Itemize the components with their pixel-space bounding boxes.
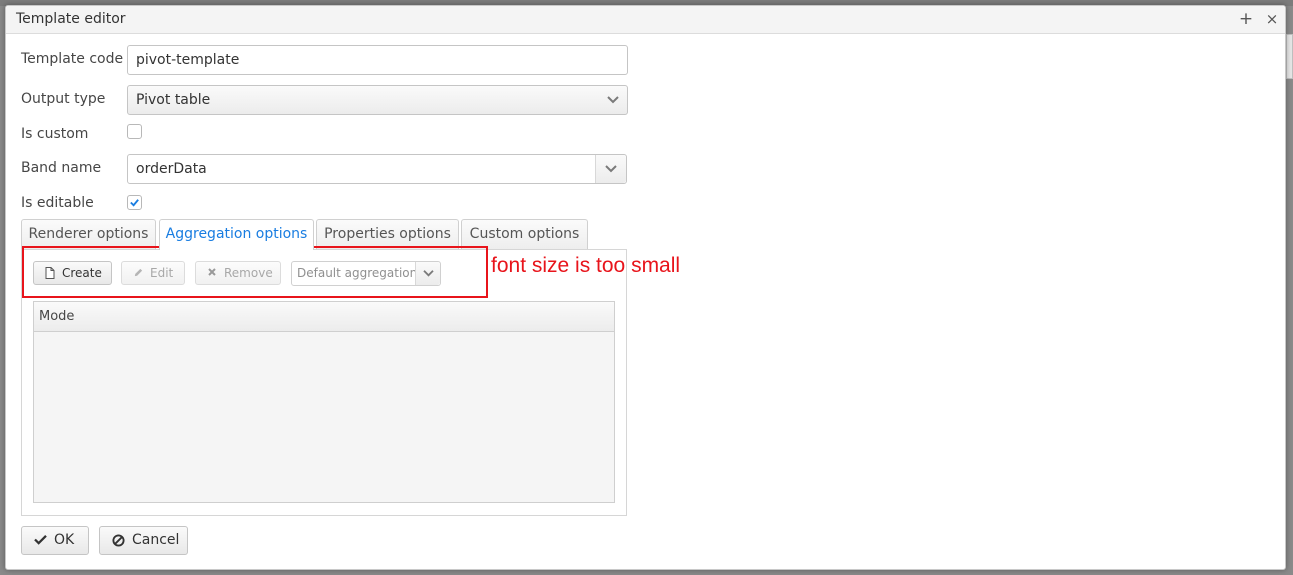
chevron-down-icon xyxy=(605,165,617,173)
band-name-label: Band name xyxy=(21,160,102,176)
annotation-text: font size is too small xyxy=(491,254,681,277)
background-scroll-handle xyxy=(1286,34,1293,79)
band-name-combobox[interactable]: orderData xyxy=(127,154,627,184)
chevron-down-icon xyxy=(607,96,619,104)
tab-properties-options[interactable]: Properties options xyxy=(316,219,459,249)
tab-aggregation-options[interactable]: Aggregation options xyxy=(159,219,314,250)
aggregation-table[interactable]: Mode xyxy=(33,301,615,503)
table-header-mode[interactable]: Mode xyxy=(34,302,614,332)
output-type-select[interactable]: Pivot table xyxy=(127,85,628,115)
ok-button-label: OK xyxy=(54,532,75,548)
is-editable-label: Is editable xyxy=(21,195,94,211)
ok-button[interactable]: OK xyxy=(21,526,89,555)
band-name-value: orderData xyxy=(136,161,207,177)
ban-icon xyxy=(112,534,125,547)
band-name-dropdown-button[interactable] xyxy=(595,155,626,183)
checkmark-icon xyxy=(130,199,139,207)
annotation-highlight-box xyxy=(22,246,488,298)
is-custom-label: Is custom xyxy=(21,126,89,142)
cancel-button-label: Cancel xyxy=(132,532,180,548)
close-icon[interactable]: × xyxy=(1262,9,1282,29)
dialog-titlebar[interactable]: Template editor + × xyxy=(6,6,1285,34)
tab-custom-options[interactable]: Custom options xyxy=(461,219,588,249)
template-code-input[interactable]: pivot-template xyxy=(127,45,628,75)
dialog-title: Template editor xyxy=(16,11,126,27)
is-editable-checkbox[interactable] xyxy=(127,195,142,210)
output-type-value: Pivot table xyxy=(136,92,211,108)
output-type-label: Output type xyxy=(21,91,106,107)
template-code-label: Template code xyxy=(21,51,124,67)
cancel-button[interactable]: Cancel xyxy=(99,526,188,555)
template-editor-dialog: Template editor + × Template code pivot-… xyxy=(5,5,1286,570)
maximize-icon[interactable]: + xyxy=(1236,9,1256,29)
is-custom-checkbox[interactable] xyxy=(127,124,142,139)
tab-renderer-options[interactable]: Renderer options xyxy=(21,219,156,249)
checkmark-icon xyxy=(34,535,47,545)
